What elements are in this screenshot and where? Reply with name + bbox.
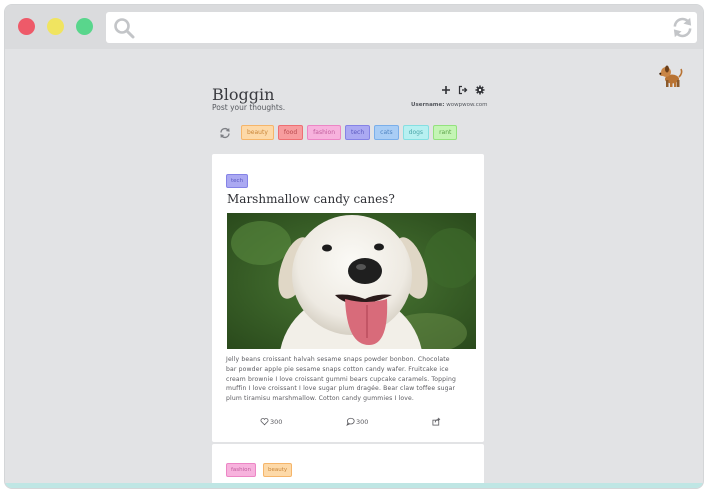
filter-tag-beauty[interactable]: beauty — [241, 125, 274, 140]
comment-count: 300 — [356, 417, 369, 426]
username-display: Username: wowpwow.com — [411, 102, 487, 108]
filter-tag-dogs[interactable]: dogs — [402, 125, 430, 140]
like-button[interactable]: 300 — [260, 417, 282, 426]
tag-filter-bar: beauty food fashion tech cats dogs rant — [219, 125, 461, 140]
post-tag-tech[interactable]: tech — [226, 174, 249, 188]
logout-icon[interactable] — [458, 85, 468, 95]
dog-icon[interactable] — [658, 63, 684, 89]
header-actions — [441, 85, 485, 95]
browser-window: Bloggin Post your thoughts. Username: wo… — [4, 4, 704, 489]
heart-icon — [260, 418, 269, 426]
reload-icon[interactable] — [671, 16, 694, 39]
refresh-icon[interactable] — [219, 127, 231, 139]
share-icon — [432, 417, 441, 426]
comment-button[interactable]: 300 — [346, 417, 368, 426]
post-body-line: bar powder apple pie sesame snaps cotton… — [226, 365, 449, 373]
filter-tag-food[interactable]: food — [277, 125, 304, 140]
post-body: Jelly beans croissant halvah sesame snap… — [226, 355, 478, 404]
post-body-line: muffin I love croissant I love sugar plu… — [226, 385, 456, 393]
post-card: tech Marshmallow candy canes? Jelly bean… — [212, 154, 484, 442]
close-window-button[interactable] — [18, 18, 35, 35]
post-body-line: Jelly beans croissant halvah sesame snap… — [226, 356, 450, 363]
filter-tag-tech[interactable]: tech — [345, 125, 371, 140]
post-tag-fashion[interactable]: fashion — [226, 463, 257, 477]
filter-tag-fashion[interactable]: fashion — [307, 125, 342, 140]
plus-icon[interactable] — [441, 85, 451, 95]
post-body-line: cream brownie I love croissant gummi bea… — [226, 375, 457, 383]
puppy-photo — [227, 213, 476, 349]
username-value: wowpwow.com — [446, 102, 488, 108]
app-tagline: Post your thoughts. — [212, 103, 286, 112]
post-tag-beauty[interactable]: beauty — [263, 463, 293, 477]
filter-tag-rant[interactable]: rant — [433, 125, 458, 140]
post-title[interactable]: Marshmallow candy canes? — [227, 192, 395, 206]
username-label: Username: — [411, 102, 445, 108]
browser-titlebar — [5, 5, 703, 49]
maximize-window-button[interactable] — [76, 18, 93, 35]
comment-icon — [346, 417, 355, 426]
like-count: 300 — [270, 417, 283, 426]
gear-icon[interactable] — [475, 85, 485, 95]
url-bar[interactable] — [106, 12, 697, 43]
filter-tag-cats[interactable]: cats — [374, 125, 399, 140]
app-title: Bloggin — [212, 85, 275, 104]
post-body-line: plum tiramisu marshmallow. Cotton candy … — [226, 395, 415, 403]
share-button[interactable] — [432, 417, 442, 426]
window-bottom-bar — [5, 483, 703, 488]
search-icon[interactable] — [113, 17, 135, 39]
minimize-window-button[interactable] — [47, 18, 64, 35]
